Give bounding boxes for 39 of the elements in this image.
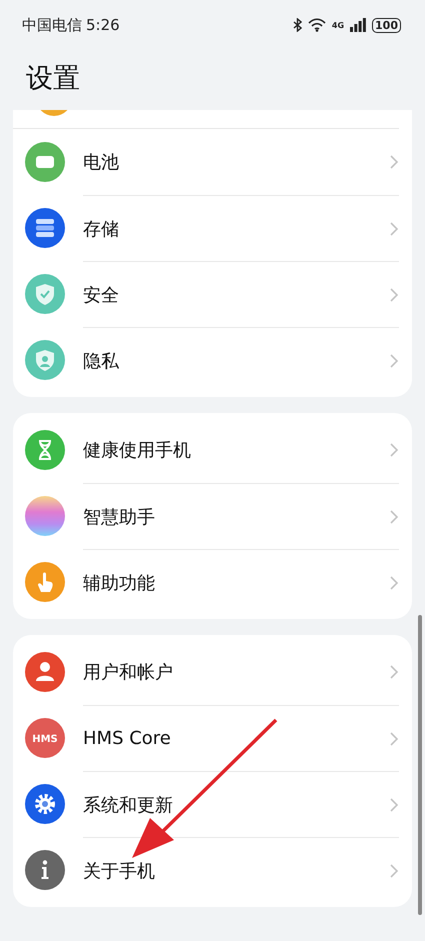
chevron-right-icon [389,352,399,368]
settings-item[interactable]: 存储 [13,195,412,261]
carrier-name: 中国电信 [22,16,82,34]
network-type: 4G [332,20,344,30]
hms-logo-icon: HMS [25,718,65,758]
page-title: 设置 [25,62,81,96]
chevron-right-icon [389,154,399,170]
chevron-right-icon [389,286,399,302]
chevron-right-icon [389,442,399,458]
hand-icon [25,562,65,602]
hourglass-icon [25,430,65,470]
privacy-shield-icon [25,340,65,380]
settings-item[interactable]: HMS HMS Core [13,705,412,771]
chevron-right-icon [389,508,399,524]
chevron-right-icon [389,220,399,236]
battery-level: 100 [372,18,401,32]
settings-item[interactable]: 辅助功能 [13,549,412,615]
settings-item[interactable]: 电池 [13,129,412,195]
settings-item[interactable]: 用户和帐户 [13,639,412,705]
settings-item[interactable]: 隐私 [13,327,412,393]
chevron-right-icon [389,664,399,680]
signal-icon [350,18,366,32]
settings-icon [25,784,65,824]
battery-icon [25,142,65,182]
chevron-right-icon [389,862,399,878]
storage-icon [25,208,65,248]
assistant-icon [25,496,65,536]
bluetooth-icon [292,18,302,32]
settings-item[interactable]: 安全 [13,261,412,327]
info-icon [25,850,65,890]
chevron-right-icon [389,730,399,746]
wifi-icon [308,18,326,32]
clock: 5:26 [86,16,120,34]
settings-item[interactable]: 智慧助手 [13,483,412,549]
shield-icon [25,274,65,314]
chevron-right-icon [389,796,399,812]
chevron-right-icon [389,574,399,590]
user-icon [25,652,65,692]
settings-item[interactable]: 健康使用手机 [13,417,412,483]
